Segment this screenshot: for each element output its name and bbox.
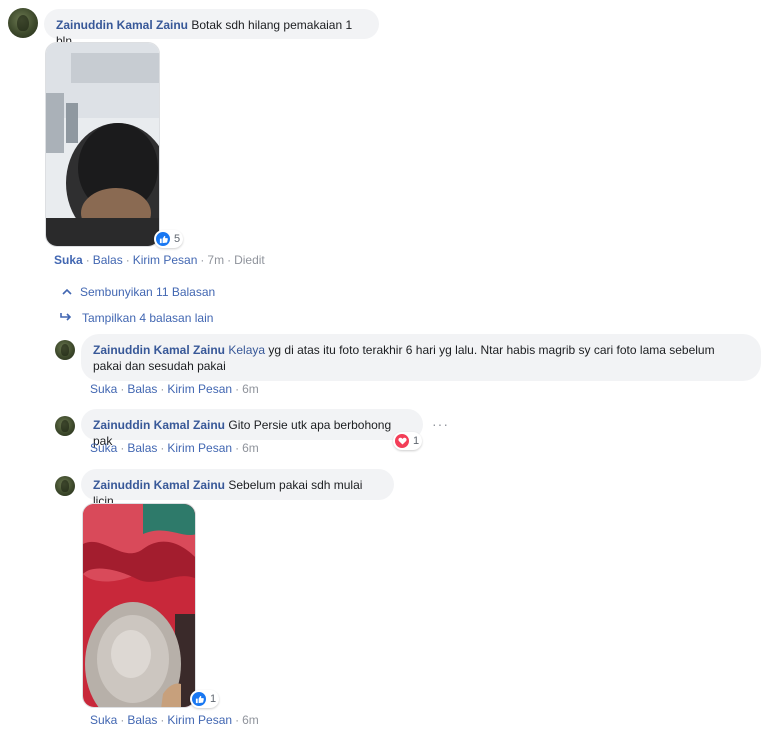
reply-photo[interactable]	[82, 503, 196, 708]
more-options-icon[interactable]: ···	[432, 416, 449, 432]
comment-actions: Suka · Balas · Kirim Pesan · 7m · Diedit	[54, 253, 265, 267]
timestamp[interactable]: 6m	[242, 441, 259, 455]
photo-head-top	[83, 504, 195, 707]
like-button[interactable]: Suka	[54, 253, 83, 267]
photo-head-top	[46, 43, 159, 246]
reply-button[interactable]: Balas	[127, 713, 157, 727]
comment-photo[interactable]	[45, 42, 160, 247]
reply-actions: Suka · Balas · Kirim Pesan · 6m	[90, 713, 259, 727]
like-button[interactable]: Suka	[90, 441, 117, 455]
timestamp[interactable]: 6m	[242, 382, 259, 396]
timestamp[interactable]: 6m	[242, 713, 259, 727]
chevron-up-icon	[62, 285, 76, 299]
reply-author[interactable]: Zainuddin Kamal Zainu	[93, 343, 225, 357]
reply-arrow-icon	[60, 311, 74, 325]
hide-replies-label: Sembunyikan 11 Balasan	[80, 285, 216, 299]
send-message-button[interactable]: Kirim Pesan	[167, 713, 232, 727]
reply-author[interactable]: Zainuddin Kamal Zainu	[93, 478, 225, 492]
reply-bubble: Zainuddin Kamal Zainu Kelaya yg di atas …	[81, 334, 761, 381]
avatar[interactable]	[55, 416, 75, 436]
reaction-count: 5	[174, 233, 181, 245]
reaction-badge[interactable]: 1	[393, 432, 423, 450]
timestamp[interactable]: 7m	[207, 253, 224, 267]
heart-icon	[394, 433, 410, 449]
send-message-button[interactable]: Kirim Pesan	[167, 441, 232, 455]
comment-bubble: Zainuddin Kamal Zainu Botak sdh hilang p…	[44, 9, 379, 48]
send-message-button[interactable]: Kirim Pesan	[167, 382, 232, 396]
hide-replies-link[interactable]: Sembunyikan 11 Balasan	[62, 285, 215, 299]
reaction-count: 1	[210, 693, 217, 705]
reply-actions: Suka · Balas · Kirim Pesan · 6m	[90, 441, 259, 455]
like-button[interactable]: Suka	[90, 713, 117, 727]
avatar[interactable]	[55, 340, 75, 360]
like-icon	[155, 231, 171, 247]
reaction-badge[interactable]: 1	[190, 690, 220, 708]
reply-text-line1: yg di atas itu foto terakhir 6 hari yg l…	[265, 343, 715, 357]
avatar[interactable]	[8, 8, 38, 38]
edited-label: Diedit	[234, 253, 265, 267]
reply-bubble: Zainuddin Kamal Zainu Sebelum pakai sdh …	[81, 469, 394, 508]
reply-button[interactable]: Balas	[127, 382, 157, 396]
reaction-badge[interactable]: 5	[154, 230, 184, 248]
like-button[interactable]: Suka	[90, 382, 117, 396]
reply-bubble: Zainuddin Kamal Zainu Gito Persie utk ap…	[81, 409, 423, 448]
reply-button[interactable]: Balas	[127, 441, 157, 455]
reply-text-line2: pakai dan sesudah pakai	[93, 359, 226, 373]
comment-author[interactable]: Zainuddin Kamal Zainu	[56, 18, 188, 32]
reply-author[interactable]: Zainuddin Kamal Zainu	[93, 418, 225, 432]
reply-actions: Suka · Balas · Kirim Pesan · 6m	[90, 382, 259, 396]
avatar[interactable]	[55, 476, 75, 496]
like-icon	[191, 691, 207, 707]
show-more-replies-link[interactable]: Tampilkan 4 balasan lain	[60, 311, 213, 325]
reaction-count: 1	[413, 435, 420, 447]
mention-link[interactable]: Kelaya	[228, 343, 265, 357]
reply-button[interactable]: Balas	[93, 253, 123, 267]
send-message-button[interactable]: Kirim Pesan	[133, 253, 198, 267]
show-more-label: Tampilkan 4 balasan lain	[82, 311, 214, 325]
